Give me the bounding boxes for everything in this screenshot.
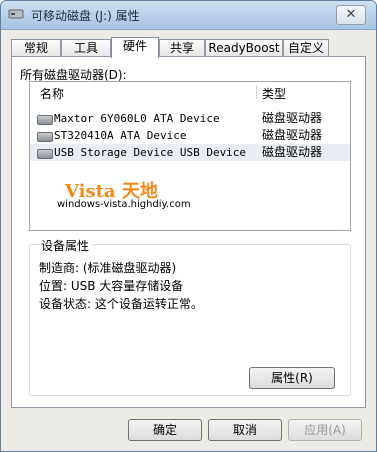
properties-button[interactable]: 属性(R) [249,367,335,389]
apply-button[interactable]: 应用(A) [288,419,362,441]
hard-drive-icon [37,115,53,125]
tab-tools[interactable]: 工具 [61,39,111,57]
watermark-url: windows-vista.highdiy.com [57,199,191,210]
drive-type: 磁盘驱动器 [262,128,323,142]
list-item[interactable]: USB Storage Device USB Device 磁盘驱动器 [30,144,350,161]
drive-name: Maxtor 6Y060L0 ATA Device [54,112,220,125]
list-item[interactable]: Maxtor 6Y060L0 ATA Device 磁盘驱动器 [30,110,350,127]
drive-name: ST320410A ATA Device [54,129,187,142]
column-divider[interactable] [256,85,257,99]
drive-type: 磁盘驱动器 [262,145,323,159]
title-bar[interactable]: 可移动磁盘 (J:) 属性 ✕ [1,1,376,30]
usb-drive-icon [37,149,53,159]
cancel-button[interactable]: 取消 [208,419,282,441]
ok-button[interactable]: 确定 [128,419,202,441]
tab-sharing[interactable]: 共享 [159,39,205,57]
tab-hardware[interactable]: 硬件 [111,37,159,58]
tab-general[interactable]: 常规 [11,39,61,57]
column-type-header[interactable]: 类型 [262,85,286,102]
location-text: 位置: USB 大容量存储设备 [39,279,184,293]
hard-drive-icon [37,132,53,142]
list-item[interactable]: ST320410A ATA Device 磁盘驱动器 [30,127,350,144]
close-button[interactable]: ✕ [336,5,366,25]
device-status-text: 设备状态: 这个设备运转正常。 [39,297,203,311]
tab-customize[interactable]: 自定义 [283,39,329,57]
drive-type: 磁盘驱动器 [262,111,323,125]
list-header: 名称 类型 [30,82,350,102]
properties-window: 可移动磁盘 (J:) 属性 ✕ 常规 工具 硬件 共享 ReadyBoost 自… [0,0,377,452]
column-name-header[interactable]: 名称 [40,85,64,102]
window-title: 可移动磁盘 (J:) 属性 [31,9,140,23]
manufacturer-text: 制造商: (标准磁盘驱动器) [39,261,177,275]
tab-readyboost[interactable]: ReadyBoost [205,39,283,57]
device-properties-title: 设备属性 [39,237,92,254]
removable-disk-icon [8,9,24,19]
drive-name: USB Storage Device USB Device [54,146,247,159]
